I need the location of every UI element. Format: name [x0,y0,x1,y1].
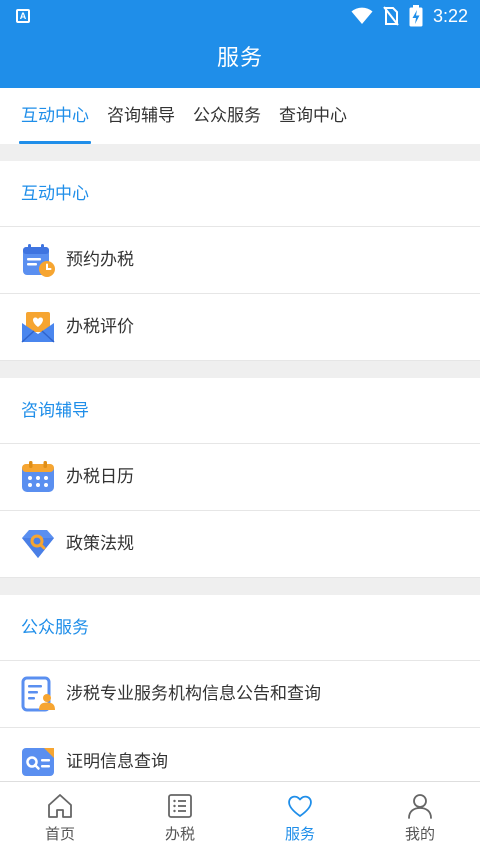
list-item-evaluation[interactable]: 办税评价 [0,294,480,361]
section-title: 公众服务 [21,618,89,638]
status-bar-right: 3:22 [351,5,468,27]
evaluation-envelope-icon [21,312,55,343]
tab-query-center[interactable]: 查询中心 [270,88,356,144]
no-sim-icon [383,6,399,26]
section-divider [0,361,480,378]
section-header-interaction: 互动中心 [0,161,480,227]
page-title: 服务 [216,46,263,71]
nav-mine[interactable]: 我的 [360,782,480,852]
list-item-label: 办税日历 [66,467,134,487]
list-icon [168,794,192,818]
section-title: 咨询辅导 [21,401,89,421]
app-notification-icon: A [16,9,30,23]
status-bar: A 3:22 [0,0,480,32]
policy-diamond-icon [22,530,54,558]
section-title: 互动中心 [21,184,89,204]
wifi-icon [351,7,373,24]
status-time: 3:22 [432,5,468,26]
top-bar: A 3:22 服务 [0,0,480,88]
category-tabs: 互动中心 咨询辅导 公众服务 查询中心 [0,88,480,144]
list-item-agency-info[interactable]: 涉税专业服务机构信息公告和查询 [0,661,480,728]
section-divider [0,578,480,595]
nav-label: 我的 [404,825,435,843]
home-icon [48,794,72,818]
certificate-search-icon [22,748,54,776]
appointment-calendar-icon [23,244,55,277]
list-item-label: 办税评价 [66,317,134,337]
bottom-navigation: 首页 办税 服务 我的 [0,781,480,852]
nav-label: 首页 [44,825,75,843]
list-item-certificate-query[interactable]: 证明信息查询 [0,728,480,781]
nav-home[interactable]: 首页 [0,782,120,852]
section-header-consulting: 咨询辅导 [0,378,480,444]
list-item-tax-calendar[interactable]: 办税日历 [0,444,480,511]
list-item-label: 政策法规 [66,534,134,554]
list-item-policy[interactable]: 政策法规 [0,511,480,578]
nav-label: 办税 [164,825,195,843]
agency-document-icon [21,676,55,712]
user-icon [408,794,432,819]
tax-calendar-icon [22,461,54,492]
list-item-label: 预约办税 [66,250,134,270]
nav-label: 服务 [284,825,315,843]
heart-icon [288,795,312,817]
tab-interaction-center[interactable]: 互动中心 [12,88,98,144]
nav-tax[interactable]: 办税 [120,782,240,852]
nav-services[interactable]: 服务 [240,782,360,852]
tab-public-services[interactable]: 公众服务 [184,88,270,144]
battery-charging-icon [409,5,423,27]
list-item-appointment[interactable]: 预约办税 [0,227,480,294]
section-header-public-services: 公众服务 [0,595,480,661]
tab-consulting[interactable]: 咨询辅导 [98,88,184,144]
list-item-label: 涉税专业服务机构信息公告和查询 [66,684,321,704]
section-divider [0,144,480,161]
